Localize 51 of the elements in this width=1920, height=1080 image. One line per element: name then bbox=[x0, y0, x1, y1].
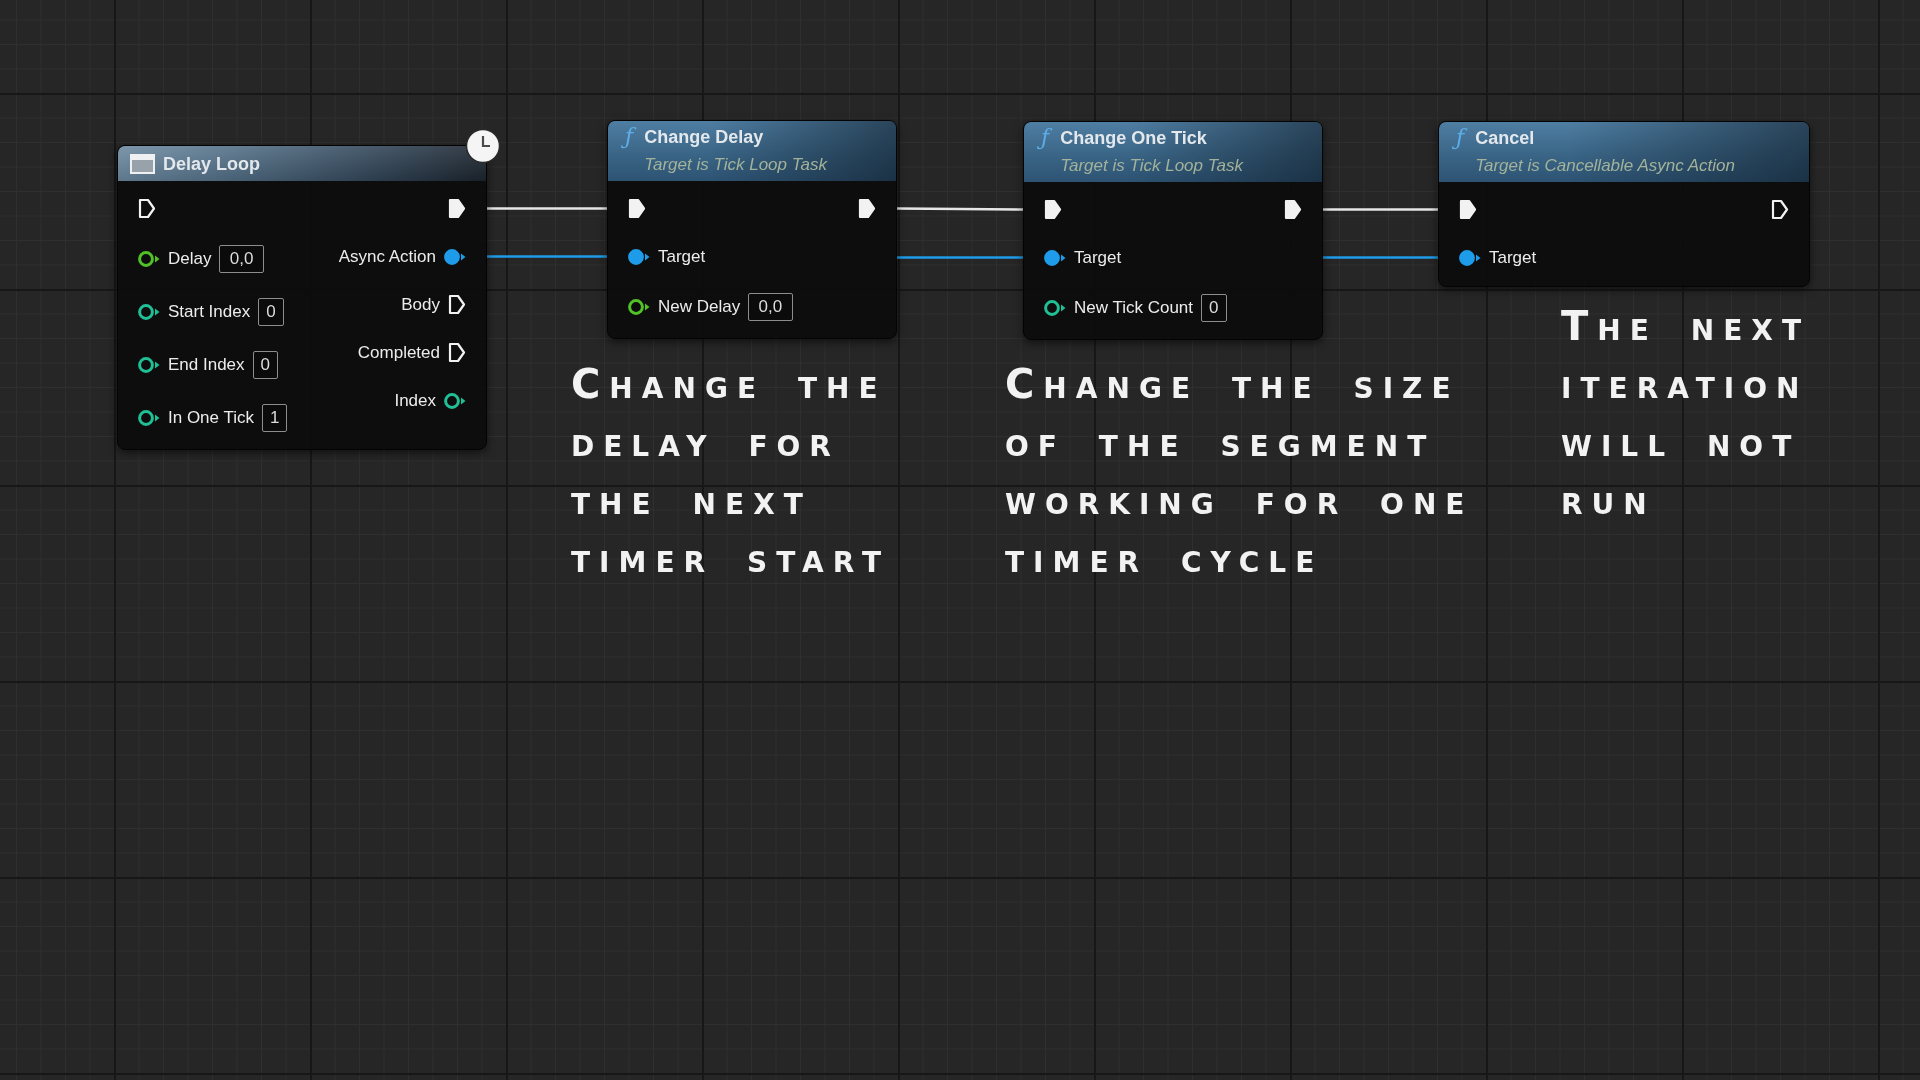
value-field[interactable]: 0 bbox=[258, 298, 284, 326]
caption-text: Change the delay for the next timer start bbox=[571, 360, 892, 583]
pin-label: Async Action bbox=[338, 246, 436, 267]
value-field[interactable]: 0 bbox=[1201, 294, 1227, 322]
data-pin-icon[interactable] bbox=[1044, 300, 1066, 316]
node-subtitle: Target is Cancellable Async Action bbox=[1475, 155, 1735, 177]
data-pin-icon[interactable] bbox=[1459, 249, 1481, 266]
pin-label: New Delay bbox=[658, 297, 741, 317]
node-title: Cancel bbox=[1475, 127, 1536, 149]
data-pin-icon[interactable] bbox=[138, 304, 160, 320]
pin-label: Index bbox=[394, 390, 436, 411]
data-pin-icon[interactable] bbox=[444, 392, 466, 409]
pin-label: Body bbox=[401, 294, 440, 315]
pin-label: Start Index bbox=[168, 302, 251, 322]
pin-label: End Index bbox=[168, 355, 245, 375]
value-field[interactable]: 0 bbox=[252, 351, 278, 379]
data-pin-icon[interactable] bbox=[138, 357, 160, 373]
exec-pin-icon[interactable] bbox=[448, 342, 466, 363]
exec-pin-icon[interactable] bbox=[1044, 199, 1062, 220]
data-pin-icon[interactable] bbox=[628, 248, 650, 265]
data-pin-icon[interactable] bbox=[628, 299, 650, 315]
pin-label: Target bbox=[1489, 247, 1537, 268]
caption-text: The next iteration will not run bbox=[1561, 302, 1812, 525]
exec-pin-icon[interactable] bbox=[448, 294, 466, 315]
data-pin-icon[interactable] bbox=[1044, 249, 1066, 266]
exec-pin-icon[interactable] bbox=[448, 198, 466, 219]
exec-pin-icon[interactable] bbox=[138, 198, 156, 219]
pin-label: Target bbox=[658, 246, 706, 267]
exec-pin-icon[interactable] bbox=[1771, 199, 1789, 220]
node-subtitle: Target is Tick Loop Task bbox=[644, 154, 827, 176]
pin-label: Completed bbox=[357, 342, 440, 363]
exec-pin-icon[interactable] bbox=[1459, 199, 1477, 220]
data-pin-icon[interactable] bbox=[138, 410, 160, 426]
node-title: Delay Loop bbox=[163, 152, 260, 175]
panel-icon bbox=[130, 153, 155, 174]
node-subtitle: Target is Tick Loop Task bbox=[1060, 155, 1243, 177]
node-title: Change One Tick bbox=[1060, 127, 1208, 149]
value-field[interactable]: 0,0 bbox=[748, 293, 793, 321]
value-field[interactable]: 1 bbox=[262, 404, 288, 432]
data-pin-icon[interactable] bbox=[138, 251, 160, 267]
caption-text: Change the size of the segment working for one timer cycle bbox=[1005, 360, 1475, 583]
data-pin-icon[interactable] bbox=[444, 248, 466, 265]
node-title: Change Delay bbox=[644, 126, 765, 148]
exec-pin-icon[interactable] bbox=[628, 198, 646, 219]
pin-label: Delay bbox=[168, 249, 212, 269]
pin-label: New Tick Count bbox=[1074, 298, 1194, 318]
pin-label: In One Tick bbox=[168, 408, 254, 428]
value-field[interactable]: 0,0 bbox=[219, 245, 264, 273]
pin-label: Target bbox=[1074, 247, 1122, 268]
exec-pin-icon[interactable] bbox=[1284, 199, 1302, 220]
exec-pin-icon[interactable] bbox=[858, 198, 876, 219]
